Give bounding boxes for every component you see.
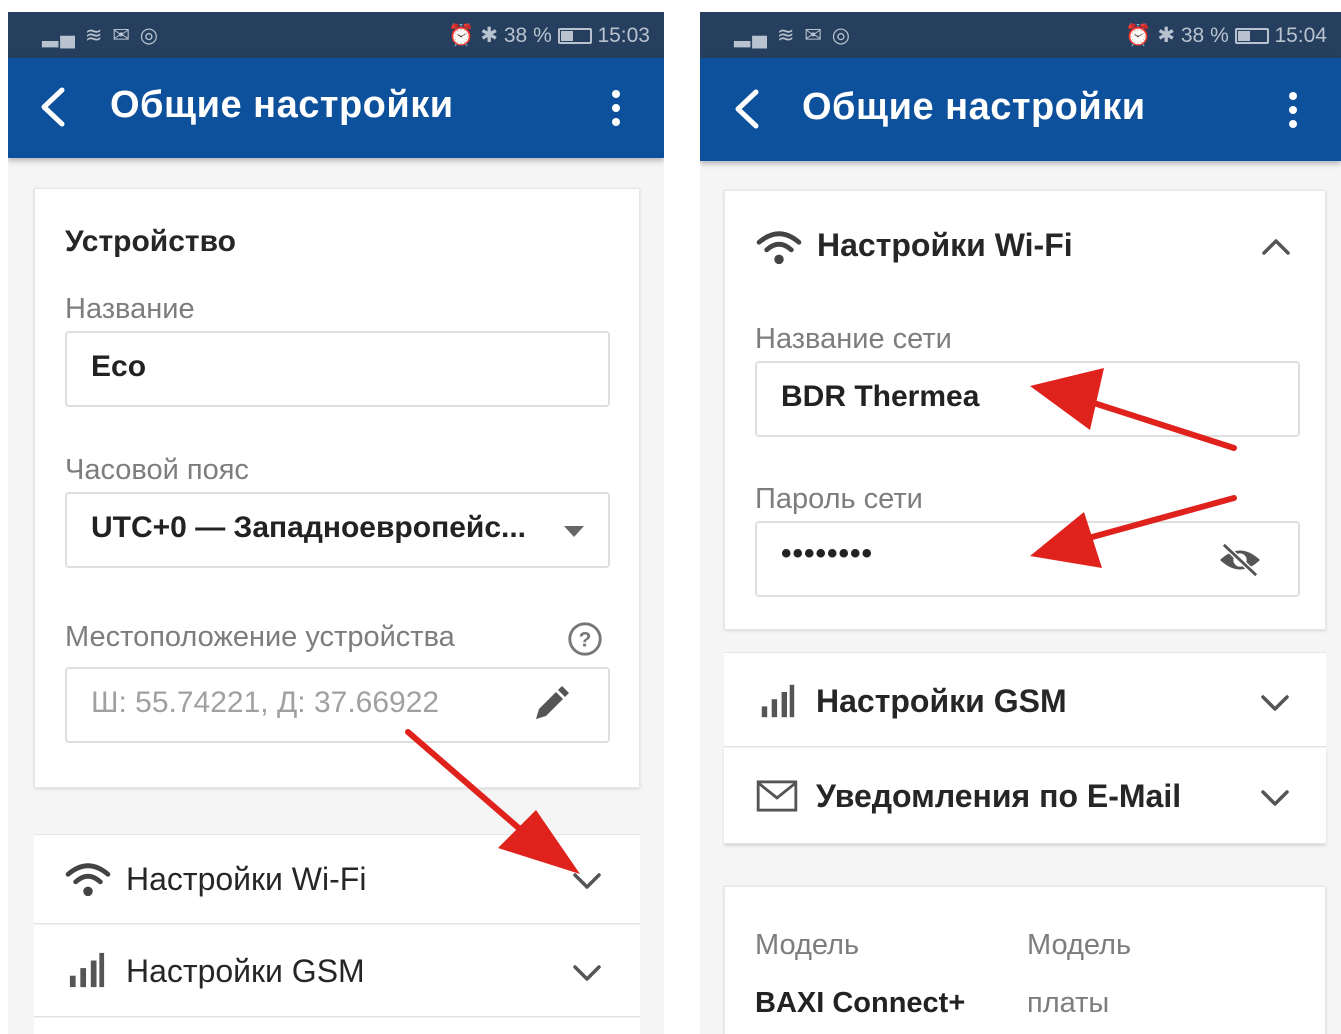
chevron-left-icon[interactable] bbox=[728, 86, 768, 132]
mail-icon bbox=[756, 780, 798, 812]
device-info-card: Модель BAXI Connect+ Модель платы bbox=[724, 886, 1326, 1034]
status-bar: ▂▄ ≋ ✉ ◎ ⏰ ✱ 38 % 15:03 bbox=[8, 12, 664, 58]
gsm-settings-row[interactable]: Настройки GSM bbox=[724, 652, 1326, 747]
signal-icon bbox=[761, 684, 795, 718]
battery-icon bbox=[1234, 28, 1269, 45]
password-input[interactable]: •••••••• bbox=[755, 521, 1300, 597]
signal-icon bbox=[69, 952, 105, 988]
wifi-settings-heading: Настройки Wi-Fi bbox=[817, 227, 1073, 263]
more-vert-icon[interactable] bbox=[610, 90, 622, 130]
location-input[interactable]: Ш: 55.74221, Д: 37.66922 bbox=[65, 667, 610, 743]
more-vert-icon[interactable] bbox=[1287, 92, 1299, 132]
status-right: ⏰ ✱ 38 % 15:04 bbox=[1125, 23, 1327, 48]
left-phone-screen: ▂▄ ≋ ✉ ◎ ⏰ ✱ 38 % 15:03 Общие настройки … bbox=[8, 12, 664, 1034]
name-label: Название bbox=[65, 293, 195, 325]
board-model-label: Модель bbox=[1027, 929, 1132, 961]
app-bar: Общие настройки bbox=[700, 58, 1341, 161]
clock: 15:03 bbox=[597, 24, 650, 47]
alarm-icon: ⏰ bbox=[1125, 24, 1152, 47]
model-value: BAXI Connect+ bbox=[755, 987, 966, 1019]
wifi-settings-label: Настройки Wi-Fi bbox=[126, 861, 367, 897]
device-name-value: Eco bbox=[91, 350, 147, 383]
location-label: Местоположение устройства bbox=[65, 621, 455, 653]
help-icon[interactable]: ? bbox=[566, 620, 604, 658]
gsm-settings-label: Настройки GSM bbox=[816, 683, 1067, 719]
device-card: Устройство Название Eco Часовой пояс UTC… bbox=[34, 188, 640, 788]
board-model-value: платы bbox=[1027, 987, 1110, 1019]
status-indicators: ▂▄ ≋ ✉ ◎ bbox=[734, 24, 853, 47]
wifi-icon bbox=[65, 863, 111, 897]
bluetooth-icon: ✱ bbox=[480, 24, 499, 47]
device-heading: Устройство bbox=[65, 225, 236, 258]
battery-percent: 38 % bbox=[1180, 24, 1229, 47]
email-notifications-label: Уведомления по E-Mail bbox=[816, 778, 1182, 814]
status-bar: ▂▄ ≋ ✉ ◎ ⏰ ✱ 38 % 15:04 bbox=[700, 12, 1341, 58]
device-name-input[interactable]: Eco bbox=[65, 331, 610, 407]
app-bar: Общие настройки bbox=[8, 58, 664, 158]
page-title: Общие настройки bbox=[802, 86, 1146, 128]
svg-text:?: ? bbox=[579, 629, 592, 652]
edit-pencil-icon[interactable] bbox=[530, 685, 570, 725]
dropdown-arrow-icon bbox=[564, 526, 584, 537]
chevron-down-icon[interactable] bbox=[572, 963, 602, 983]
ssid-value: BDR Thermea bbox=[781, 380, 980, 413]
clock: 15:04 bbox=[1274, 24, 1327, 47]
wifi-icon bbox=[756, 231, 802, 265]
wifi-settings-card: Настройки Wi-Fi Название сети BDR Therme… bbox=[724, 190, 1326, 630]
email-notifications-row[interactable]: Уведомления по E-Mail bbox=[724, 748, 1326, 844]
chevron-down-icon[interactable] bbox=[1260, 788, 1290, 808]
status-right: ⏰ ✱ 38 % 15:03 bbox=[448, 23, 650, 48]
status-indicators: ▂▄ ≋ ✉ ◎ bbox=[42, 24, 161, 47]
wifi-settings-row[interactable]: Настройки Wi-Fi bbox=[34, 834, 640, 924]
password-value: •••••••• bbox=[781, 537, 874, 570]
alarm-icon: ⏰ bbox=[448, 24, 475, 47]
chevron-up-icon[interactable] bbox=[1261, 237, 1291, 257]
chevron-down-icon[interactable] bbox=[572, 871, 602, 891]
ssid-input[interactable]: BDR Thermea bbox=[755, 361, 1300, 437]
page-title: Общие настройки bbox=[110, 84, 454, 126]
chevron-down-icon[interactable] bbox=[1260, 693, 1290, 713]
battery-icon bbox=[557, 28, 592, 45]
timezone-value: UTC+0 — Западноевропейс... bbox=[91, 511, 527, 544]
gsm-settings-label: Настройки GSM bbox=[126, 953, 365, 989]
collapsed-row-partial[interactable] bbox=[34, 1018, 640, 1034]
ssid-label: Название сети bbox=[755, 323, 952, 355]
location-value: Ш: 55.74221, Д: 37.66922 bbox=[91, 686, 440, 719]
timezone-label: Часовой пояс bbox=[65, 454, 249, 486]
model-label: Модель bbox=[755, 929, 860, 961]
chevron-left-icon[interactable] bbox=[34, 84, 74, 130]
timezone-select[interactable]: UTC+0 — Западноевропейс... bbox=[65, 492, 610, 568]
battery-percent: 38 % bbox=[503, 24, 552, 47]
bluetooth-icon: ✱ bbox=[1157, 24, 1176, 47]
right-phone-screen: ▂▄ ≋ ✉ ◎ ⏰ ✱ 38 % 15:04 Общие настройки … bbox=[700, 12, 1341, 1034]
gsm-settings-row[interactable]: Настройки GSM bbox=[34, 925, 640, 1017]
password-label: Пароль сети bbox=[755, 483, 923, 515]
visibility-off-icon[interactable] bbox=[1216, 541, 1264, 579]
